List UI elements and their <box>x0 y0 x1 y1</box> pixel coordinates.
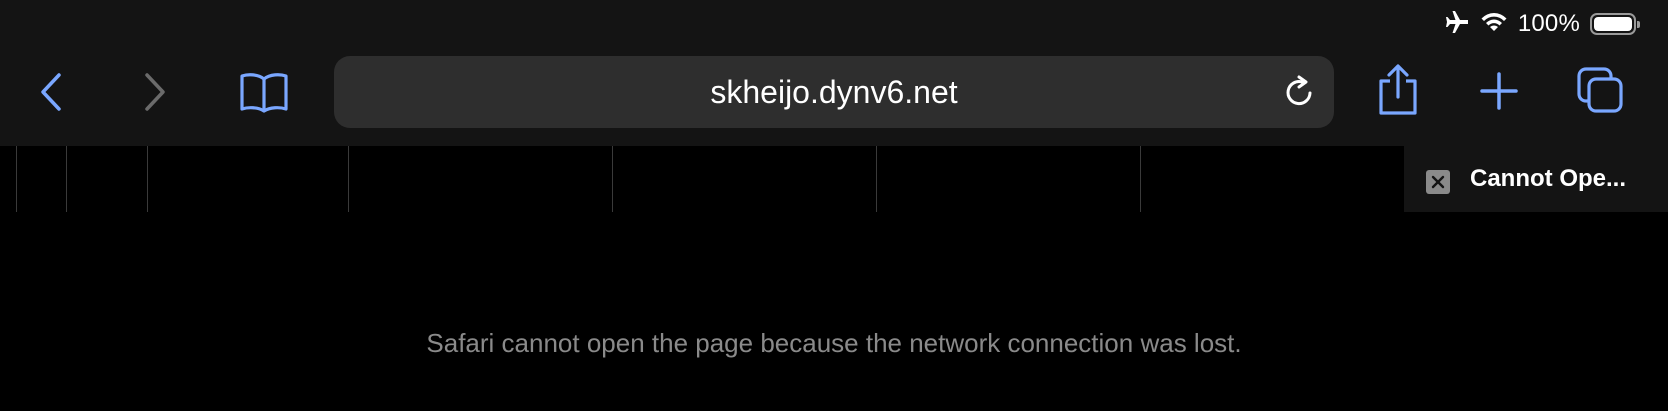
battery-nub <box>1637 21 1640 28</box>
tab-divider <box>66 146 67 212</box>
tabs-overview-button[interactable] <box>1574 64 1626 116</box>
tab-divider <box>1140 146 1141 212</box>
status-bar: 100% <box>0 0 1668 46</box>
plus-icon <box>1480 72 1518 110</box>
wifi-icon <box>1480 11 1508 38</box>
address-bar[interactable]: skheijo.dynv6.net <box>334 56 1334 128</box>
tab-active[interactable]: Cannot Ope... <box>1404 146 1668 212</box>
status-icons: 100% <box>1444 10 1640 39</box>
tabs-icon <box>1577 67 1623 113</box>
close-icon <box>1431 175 1445 189</box>
airplane-icon <box>1444 10 1470 39</box>
book-icon <box>240 73 288 113</box>
share-button[interactable] <box>1372 60 1424 120</box>
back-button[interactable] <box>26 66 78 118</box>
tab-divider <box>147 146 148 212</box>
tab-close-button[interactable] <box>1426 170 1450 194</box>
tab-title: Cannot Ope... <box>1470 165 1626 192</box>
safari-window: 100% skheijo.dynv6.net Cannot Ope... Saf… <box>0 0 1668 411</box>
new-tab-button[interactable] <box>1474 66 1524 116</box>
tab-divider <box>16 146 17 212</box>
tab-divider <box>876 146 877 212</box>
battery-icon <box>1590 13 1640 35</box>
chevron-left-icon <box>41 73 61 111</box>
address-text[interactable]: skheijo.dynv6.net <box>334 56 1334 128</box>
bookmarks-button[interactable] <box>236 64 292 120</box>
reload-button[interactable] <box>1282 74 1318 110</box>
browser-toolbar: skheijo.dynv6.net <box>0 46 1668 146</box>
reload-icon <box>1286 75 1312 106</box>
share-icon <box>1379 64 1417 115</box>
error-message: Safari cannot open the page because the … <box>426 328 1242 358</box>
tab-divider <box>348 146 349 212</box>
tab-divider <box>612 146 613 212</box>
page-content: Safari cannot open the page because the … <box>0 212 1668 411</box>
battery-percent: 100% <box>1517 10 1580 37</box>
chevron-right-icon <box>145 73 165 111</box>
forward-button[interactable] <box>128 66 180 118</box>
tab-strip: Cannot Ope... <box>0 146 1668 212</box>
battery-level <box>1594 17 1632 31</box>
